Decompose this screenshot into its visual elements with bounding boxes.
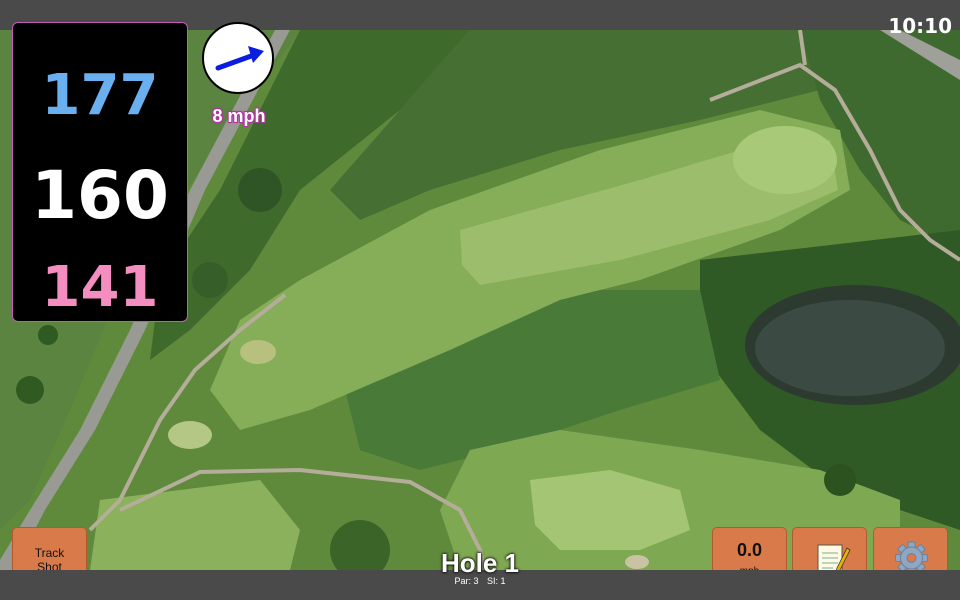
track-shot-label-line1: Track bbox=[34, 546, 65, 560]
middle-distance: 160 bbox=[31, 157, 169, 234]
wind-speed-label: 8 mph bbox=[212, 106, 266, 126]
yardage-panel: 177 160 141 bbox=[12, 22, 188, 322]
clock-time: 10:10 bbox=[888, 14, 952, 38]
hole-par: Par: 3 bbox=[454, 576, 479, 586]
speed-value: 0.0 bbox=[736, 540, 763, 560]
wind-direction-arrow-icon bbox=[215, 46, 264, 71]
back-distance: 177 bbox=[41, 63, 159, 128]
hole-info: Par: 3 SI: 1 bbox=[380, 576, 580, 586]
front-distance: 141 bbox=[41, 255, 159, 320]
wind-direction-indicator[interactable] bbox=[202, 22, 274, 94]
hole-stroke-index: SI: 1 bbox=[487, 576, 506, 586]
hole-title: Hole 1 bbox=[440, 548, 520, 578]
